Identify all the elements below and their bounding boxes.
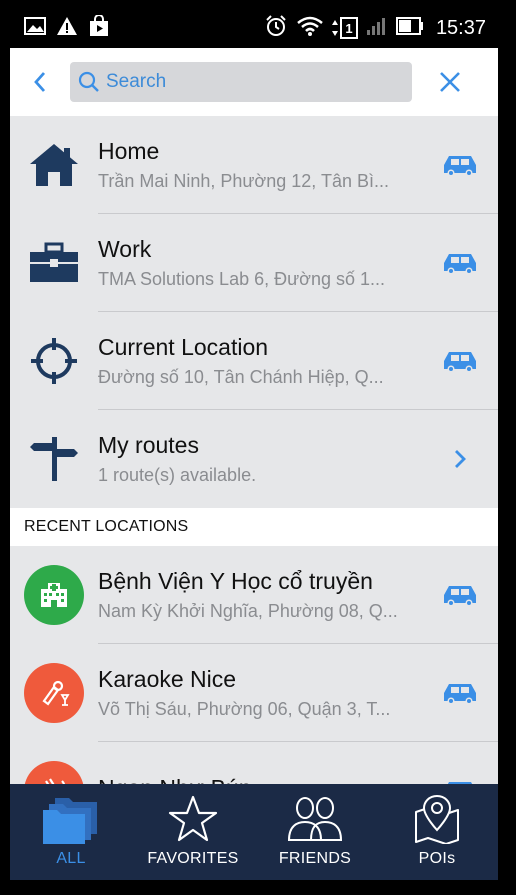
navigate-button[interactable] [422, 214, 498, 312]
navigate-button[interactable] [422, 644, 498, 742]
wifi-icon [296, 15, 324, 42]
list-item-home[interactable]: Home Trần Mai Ninh, Phường 12, Tân Bì... [10, 116, 498, 214]
tab-pois[interactable]: POIs [376, 784, 498, 880]
navigate-button[interactable] [422, 546, 498, 644]
karaoke-icon [24, 663, 84, 723]
tab-label: ALL [56, 850, 86, 867]
tab-favorites[interactable]: FAVORITES [132, 784, 254, 880]
close-icon [440, 72, 460, 92]
search-icon [78, 71, 99, 92]
car-icon [444, 254, 476, 275]
image-notification-icon [24, 16, 46, 40]
bottom-tab-bar: ALL FAVORITES FRIENDS POIs [10, 784, 498, 880]
list-item-current-location[interactable]: Current Location Đường số 10, Tân Chánh … [10, 312, 498, 410]
app-frame: 1 15:37 Search Home Trần Mai Ninh, Phườn… [10, 8, 498, 880]
tab-label: FRIENDS [278, 850, 352, 867]
briefcase-icon [30, 242, 78, 282]
warning-icon [56, 16, 78, 41]
status-bar: 1 15:37 [10, 8, 498, 48]
navigate-button[interactable] [422, 116, 498, 214]
list-item-recent[interactable]: Karaoke Nice Võ Thị Sáu, Phường 06, Quận… [10, 644, 498, 742]
chevron-right-icon [455, 450, 466, 468]
navigate-button[interactable] [422, 312, 498, 410]
list-item-work[interactable]: Work TMA Solutions Lab 6, Đường số 1... [10, 214, 498, 312]
store-bag-icon [88, 13, 110, 42]
chevron-left-icon [34, 72, 46, 92]
status-time: 15:37 [435, 16, 486, 39]
map-pin-icon [415, 794, 459, 844]
car-icon [444, 586, 476, 607]
tab-all[interactable]: ALL [10, 784, 132, 880]
search-header [10, 48, 498, 116]
signal-icon [366, 16, 388, 41]
open-routes-button[interactable] [422, 410, 498, 508]
tab-label: POIs [418, 850, 456, 867]
signpost-icon [30, 437, 78, 481]
tab-label: FAVORITES [147, 850, 239, 867]
back-button[interactable] [10, 48, 70, 116]
car-icon [444, 156, 476, 177]
sim-slot: 1 [339, 17, 358, 39]
battery-icon [395, 16, 424, 40]
car-icon [444, 352, 476, 373]
recent-locations-header: RECENT LOCATIONS [10, 508, 498, 546]
alarm-icon [264, 14, 288, 43]
list-item-recent[interactable]: Bệnh Viện Y Học cổ truyền Nam Kỳ Khởi Ng… [10, 546, 498, 644]
friends-icon [287, 797, 343, 841]
sim-icon: 1 [331, 17, 358, 39]
folders-icon [43, 798, 97, 844]
home-icon [30, 144, 78, 186]
tab-friends[interactable]: FRIENDS [254, 784, 376, 880]
search-input[interactable] [106, 71, 396, 93]
hospital-icon [24, 565, 84, 625]
list-item-my-routes[interactable]: My routes 1 route(s) available. [10, 410, 498, 508]
star-icon [168, 795, 218, 842]
crosshair-icon [31, 338, 77, 384]
car-icon [444, 684, 476, 705]
clear-button[interactable] [412, 48, 488, 116]
location-list: Home Trần Mai Ninh, Phường 12, Tân Bì...… [10, 116, 498, 840]
search-box[interactable] [70, 62, 412, 102]
